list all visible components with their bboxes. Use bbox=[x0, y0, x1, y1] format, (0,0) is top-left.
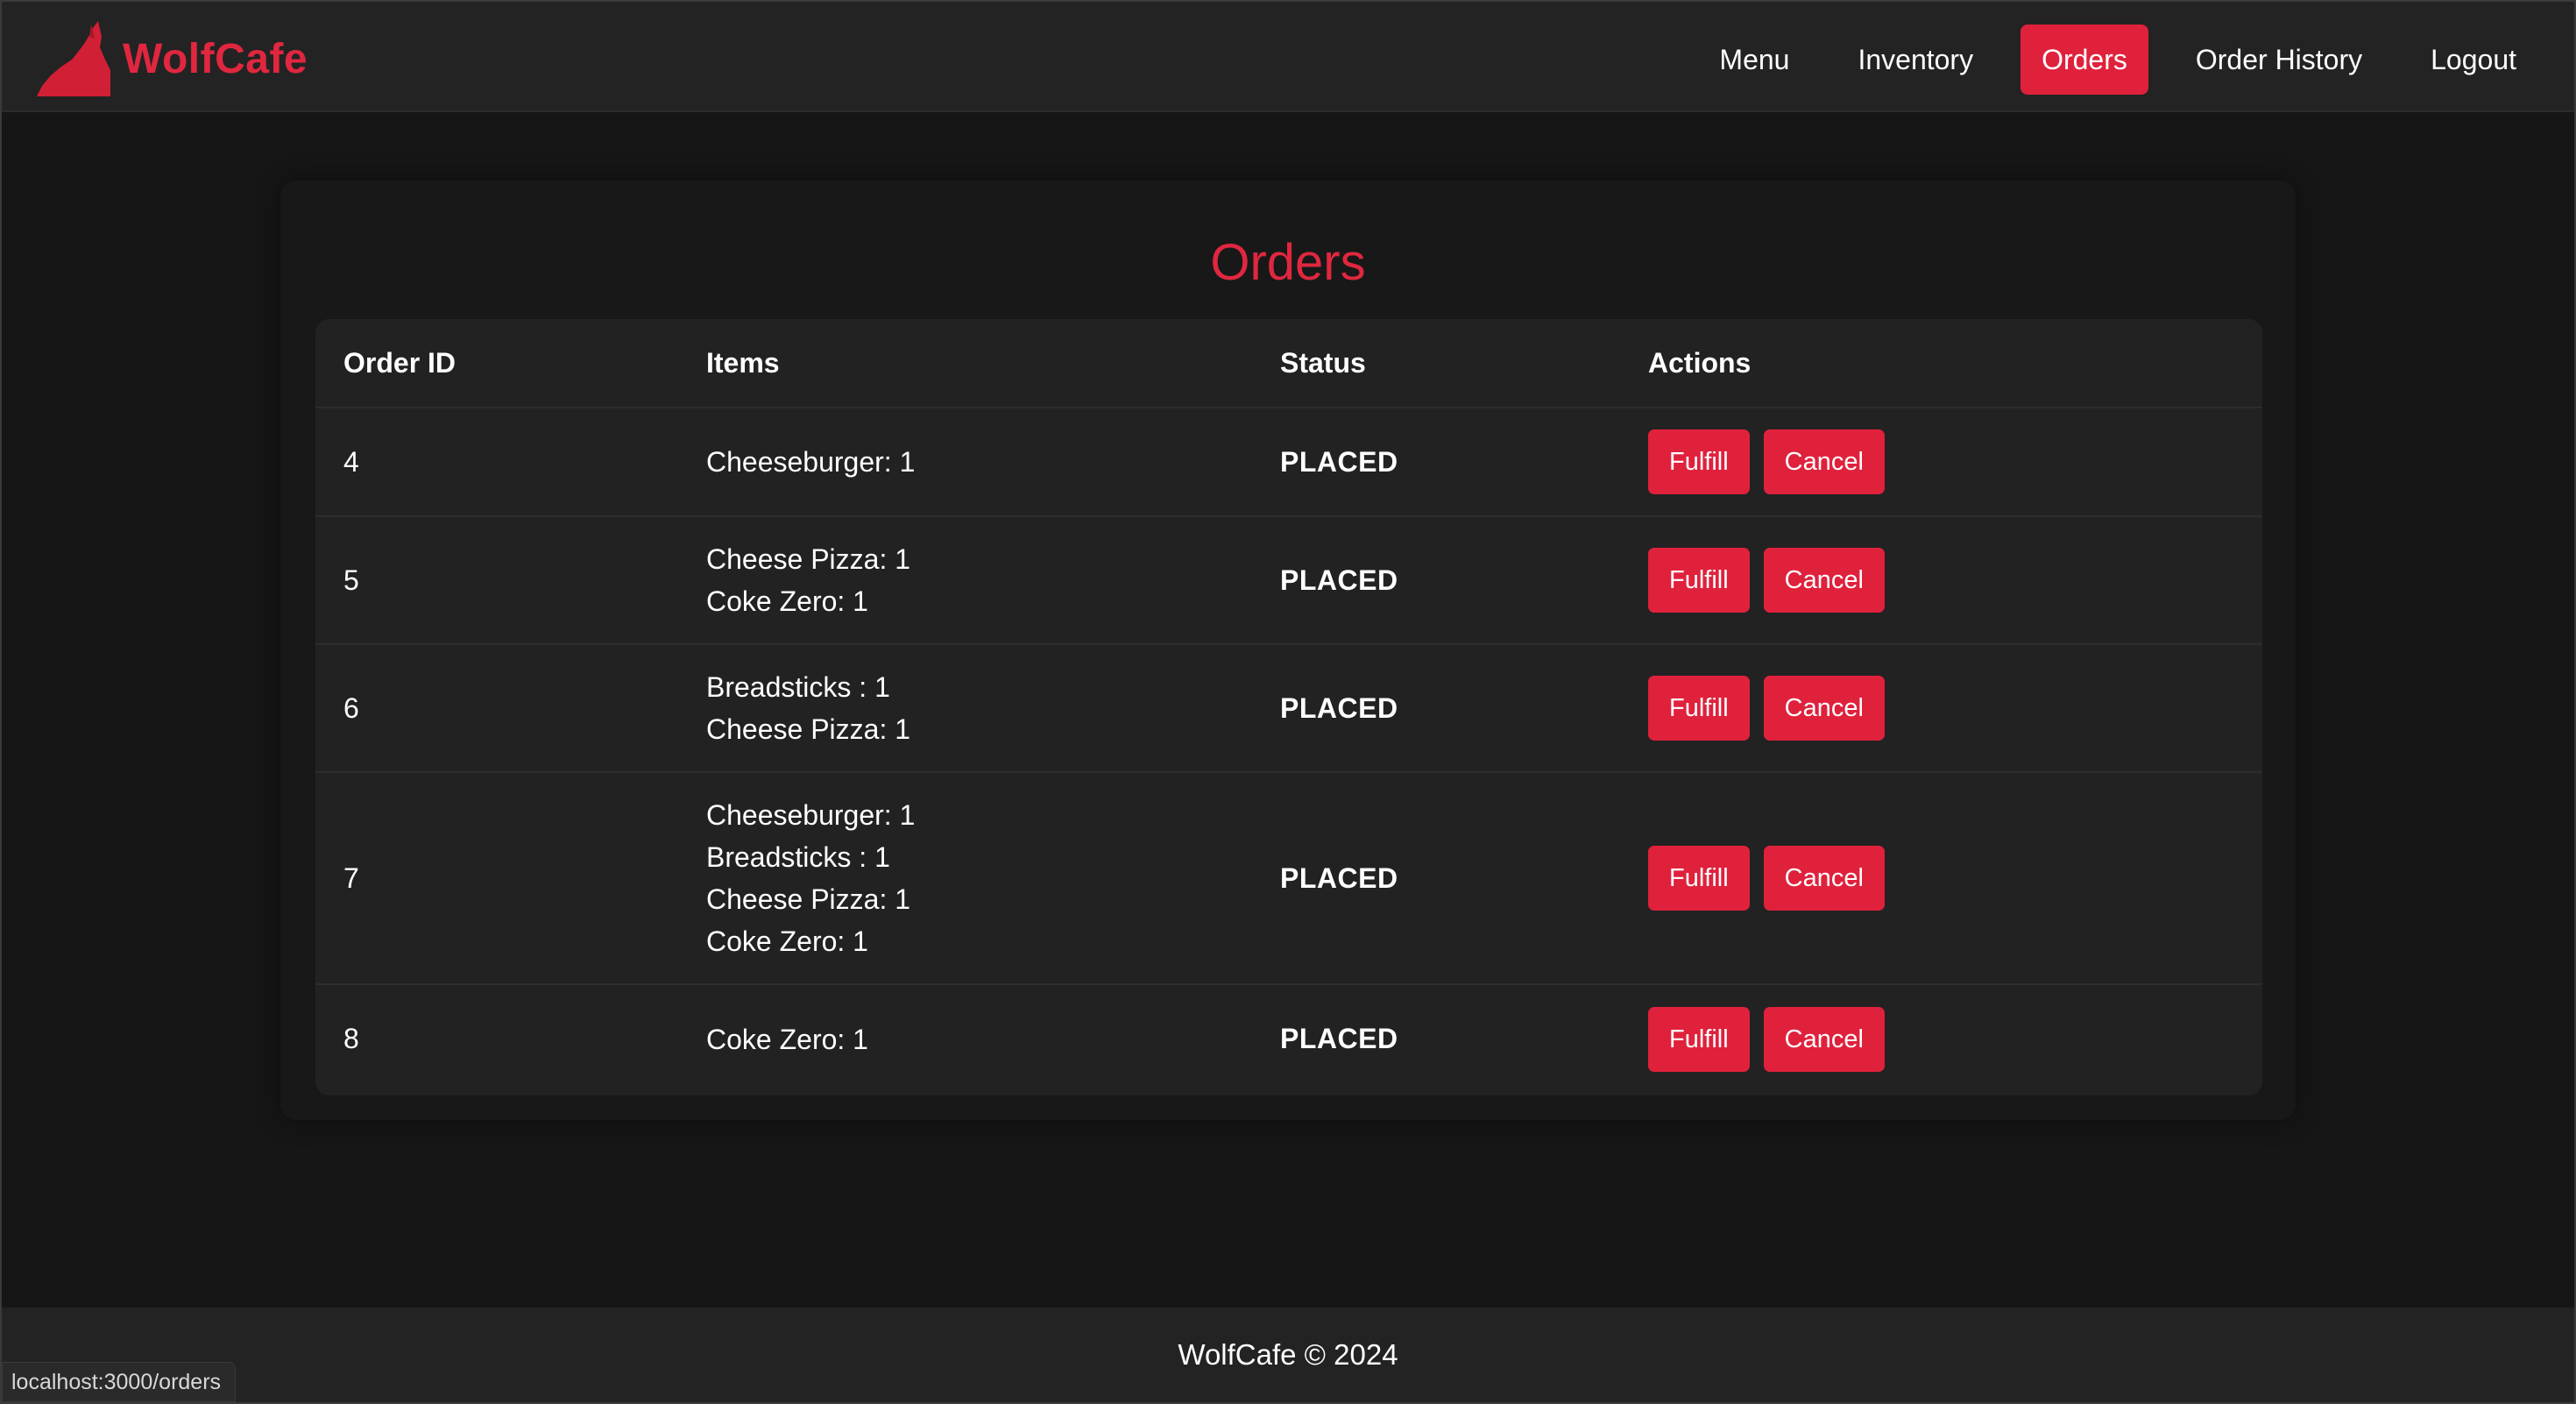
order-actions: Fulfill Cancel bbox=[1648, 644, 2262, 773]
order-id: 8 bbox=[343, 1023, 359, 1054]
orders-table-container: Order ID Items Status Actions 4 Cheesebu… bbox=[315, 319, 2262, 1096]
status-text: PLACED bbox=[1280, 1023, 1398, 1054]
order-actions: Fulfill Cancel bbox=[1648, 984, 2262, 1093]
nav-links: Menu Inventory Orders Order History Logo… bbox=[1672, 25, 2537, 95]
nav-inventory[interactable]: Inventory bbox=[1836, 25, 1994, 95]
table-row: 4 Cheeseburger: 1 PLACED Fulfill Cancel bbox=[315, 408, 2262, 517]
order-status: PLACED bbox=[1280, 984, 1648, 1093]
order-status: PLACED bbox=[1280, 516, 1648, 645]
order-item: Coke Zero: 1 bbox=[706, 925, 868, 957]
status-text: PLACED bbox=[1280, 564, 1398, 596]
header-items: Items bbox=[706, 319, 1280, 408]
order-status: PLACED bbox=[1280, 408, 1648, 517]
order-item: Cheese Pizza: 1 bbox=[706, 713, 911, 745]
cancel-button[interactable]: Cancel bbox=[1763, 429, 1885, 494]
order-items: Cheeseburger: 1 bbox=[706, 408, 1280, 517]
wolf-howling-icon bbox=[37, 21, 110, 96]
cancel-button[interactable]: Cancel bbox=[1763, 548, 1885, 613]
header-actions: Actions bbox=[1648, 319, 2262, 408]
table-row: 7 Cheeseburger: 1 Breadsticks : 1 Cheese… bbox=[315, 772, 2262, 985]
header-order-id: Order ID bbox=[315, 319, 706, 408]
table-header-row: Order ID Items Status Actions bbox=[315, 319, 2262, 408]
order-item: Breadsticks : 1 bbox=[706, 841, 890, 873]
order-items: Coke Zero: 1 bbox=[706, 984, 1280, 1093]
table-row: 5 Cheese Pizza: 1 Coke Zero: 1 PLACED Fu… bbox=[315, 516, 2262, 645]
order-item: Breadsticks : 1 bbox=[706, 671, 890, 703]
brand[interactable]: WolfCafe bbox=[37, 21, 308, 96]
brand-name: WolfCafe bbox=[123, 35, 308, 82]
order-item: Cheeseburger: 1 bbox=[706, 446, 916, 478]
order-actions: Fulfill Cancel bbox=[1648, 408, 2262, 517]
fulfill-button[interactable]: Fulfill bbox=[1648, 676, 1750, 741]
page-title: Orders bbox=[1210, 234, 1366, 291]
nav-menu[interactable]: Menu bbox=[1698, 25, 1810, 95]
status-text: PLACED bbox=[1280, 691, 1398, 724]
header-status: Status bbox=[1280, 319, 1648, 408]
fulfill-button[interactable]: Fulfill bbox=[1648, 846, 1750, 911]
order-id: 6 bbox=[315, 644, 706, 773]
cancel-button[interactable]: Cancel bbox=[1763, 846, 1885, 911]
order-items: Cheeseburger: 1 Breadsticks : 1 Cheese P… bbox=[706, 772, 1280, 985]
fulfill-button[interactable]: Fulfill bbox=[1648, 1006, 1750, 1072]
order-id: 5 bbox=[315, 516, 706, 645]
order-status: PLACED bbox=[1280, 772, 1648, 985]
status-text: PLACED bbox=[1280, 445, 1398, 478]
status-bar-url: localhost:3000/orders bbox=[2, 1362, 237, 1402]
order-item: Coke Zero: 1 bbox=[706, 585, 868, 617]
order-actions: Fulfill Cancel bbox=[1648, 516, 2262, 645]
fulfill-button[interactable]: Fulfill bbox=[1648, 548, 1750, 613]
order-status: PLACED bbox=[1280, 644, 1648, 773]
order-items: Breadsticks : 1 Cheese Pizza: 1 bbox=[706, 644, 1280, 773]
cancel-button[interactable]: Cancel bbox=[1763, 676, 1885, 741]
order-id: 7 bbox=[315, 772, 706, 985]
table-row: 6 Breadsticks : 1 Cheese Pizza: 1 PLACED… bbox=[315, 644, 2262, 773]
nav-logout[interactable]: Logout bbox=[2410, 25, 2537, 95]
order-item: Coke Zero: 1 bbox=[706, 1023, 868, 1055]
cancel-button[interactable]: Cancel bbox=[1763, 1006, 1885, 1072]
order-item: Cheese Pizza: 1 bbox=[706, 543, 911, 575]
orders-card: Orders Order ID Items Status Actions 4 C… bbox=[280, 181, 2296, 1120]
orders-table: Order ID Items Status Actions 4 Cheesebu… bbox=[315, 319, 2262, 1093]
fulfill-button[interactable]: Fulfill bbox=[1648, 429, 1750, 494]
footer: WolfCafe © 2024 bbox=[2, 1308, 2574, 1402]
order-actions: Fulfill Cancel bbox=[1648, 772, 2262, 985]
order-id: 4 bbox=[315, 408, 706, 517]
order-item: Cheeseburger: 1 bbox=[706, 799, 916, 831]
table-row: 8 Coke Zero: 1 PLACED Fulfill Cancel bbox=[315, 984, 2262, 1093]
nav-orders[interactable]: Orders bbox=[2020, 25, 2148, 95]
app-window: WolfCafe Menu Inventory Orders Order His… bbox=[0, 0, 2576, 1404]
status-text: PLACED bbox=[1280, 862, 1398, 894]
nav-order-history[interactable]: Order History bbox=[2175, 25, 2383, 95]
order-items: Cheese Pizza: 1 Coke Zero: 1 bbox=[706, 516, 1280, 645]
navbar: WolfCafe Menu Inventory Orders Order His… bbox=[2, 2, 2574, 112]
order-item: Cheese Pizza: 1 bbox=[706, 883, 911, 915]
